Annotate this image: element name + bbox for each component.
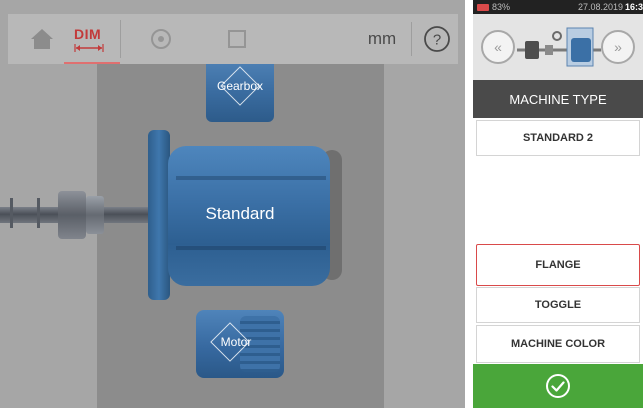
measure-button[interactable]	[146, 14, 176, 64]
status-time: 16:3	[624, 2, 643, 12]
status-date: 27.08.2019	[577, 2, 623, 12]
machine-properties-panel: 83% 27.08.2019 16:3 « » MACHINE TYPE STA…	[465, 0, 643, 408]
toggle-button[interactable]: TOGGLE	[476, 287, 640, 323]
checkmark-circle-icon	[546, 374, 570, 398]
units-display[interactable]: mm	[362, 14, 402, 64]
panel-header: MACHINE TYPE	[473, 80, 643, 118]
motor-machine-label: Motor	[220, 335, 252, 349]
machine-train-preview-icon	[517, 27, 601, 67]
svg-text:?: ?	[433, 32, 441, 49]
machine-foot	[10, 198, 40, 228]
machine-color-button[interactable]: MACHINE COLOR	[476, 325, 640, 363]
coupling	[58, 191, 86, 239]
home-button[interactable]	[22, 14, 62, 64]
dimension-arrow-icon	[74, 44, 104, 52]
battery-icon	[477, 3, 489, 11]
tab-dimensions[interactable]: DIM	[64, 14, 120, 64]
help-button[interactable]: ?	[422, 14, 452, 64]
battery-level: 83%	[492, 2, 511, 12]
coupling-hub	[86, 196, 104, 234]
home-icon	[31, 29, 53, 49]
machine-rib	[176, 246, 326, 250]
gearbox-machine-label: Gearbox	[216, 79, 264, 93]
next-machine-button[interactable]: »	[601, 30, 635, 64]
machine-type-selector[interactable]: STANDARD 2	[476, 120, 640, 156]
chevron-double-left-icon: «	[494, 39, 502, 55]
machine-canvas[interactable]: Standard Gearbox Motor DIM mm ?	[0, 0, 465, 408]
toolbar-divider	[120, 20, 121, 58]
previous-machine-button[interactable]: «	[481, 30, 515, 64]
help-icon: ?	[424, 26, 450, 52]
confirm-button[interactable]	[473, 364, 643, 408]
toolbar-divider	[411, 22, 412, 56]
standard-machine-label: Standard	[205, 204, 275, 223]
machine-rib	[176, 176, 326, 180]
machine-navigator: « »	[473, 14, 643, 80]
tab-active-indicator	[64, 62, 120, 64]
flange-button[interactable]: FLANGE	[476, 244, 640, 286]
chevron-double-right-icon: »	[614, 39, 622, 55]
top-toolbar: DIM mm ?	[8, 14, 458, 64]
status-bar: 83% 27.08.2019 16:3	[473, 0, 643, 14]
results-button[interactable]	[222, 14, 252, 64]
target-icon	[151, 29, 171, 49]
tab-dimensions-label: DIM	[74, 26, 102, 42]
results-icon	[228, 30, 246, 48]
